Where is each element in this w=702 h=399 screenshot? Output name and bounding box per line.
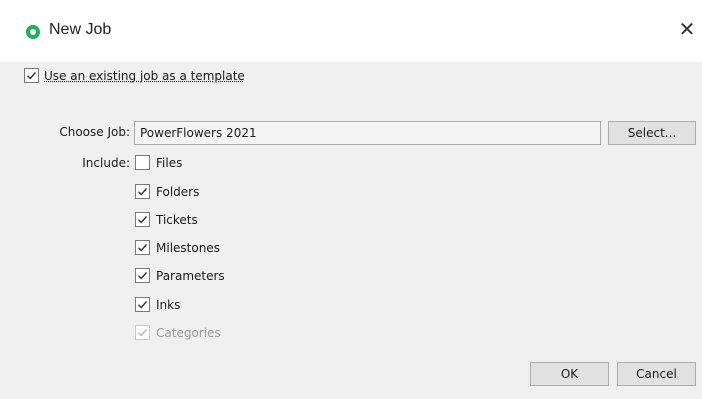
folders-checkbox[interactable] xyxy=(135,184,150,199)
choose-job-label: Choose Job: xyxy=(59,125,130,139)
milestones-checkbox-label[interactable]: Milestones xyxy=(156,241,220,255)
tickets-checkbox-label[interactable]: Tickets xyxy=(156,213,198,227)
select-button[interactable]: Select... xyxy=(608,121,696,145)
include-label: Include: xyxy=(82,156,130,170)
files-checkbox[interactable] xyxy=(135,155,150,170)
cancel-button[interactable]: Cancel xyxy=(617,362,696,386)
categories-checkbox-label: Categories xyxy=(156,326,221,340)
files-checkbox-label[interactable]: Files xyxy=(156,156,182,170)
parameters-checkbox-label[interactable]: Parameters xyxy=(156,269,225,283)
inks-checkbox[interactable] xyxy=(135,297,150,312)
title-bar: New Job ✕ xyxy=(0,0,702,62)
template-checkbox[interactable] xyxy=(24,68,39,83)
ok-button[interactable]: OK xyxy=(530,362,609,386)
close-icon[interactable]: ✕ xyxy=(676,18,698,40)
categories-checkbox xyxy=(135,325,150,340)
folders-checkbox-label[interactable]: Folders xyxy=(156,185,199,199)
app-logo-icon xyxy=(26,25,40,39)
window-title: New Job xyxy=(49,21,112,38)
parameters-checkbox[interactable] xyxy=(135,268,150,283)
job-input[interactable]: PowerFlowers 2021 xyxy=(134,121,601,145)
milestones-checkbox[interactable] xyxy=(135,240,150,255)
tickets-checkbox[interactable] xyxy=(135,212,150,227)
template-checkbox-label[interactable]: Use an existing job as a template xyxy=(44,69,245,83)
inks-checkbox-label[interactable]: Inks xyxy=(156,298,180,312)
